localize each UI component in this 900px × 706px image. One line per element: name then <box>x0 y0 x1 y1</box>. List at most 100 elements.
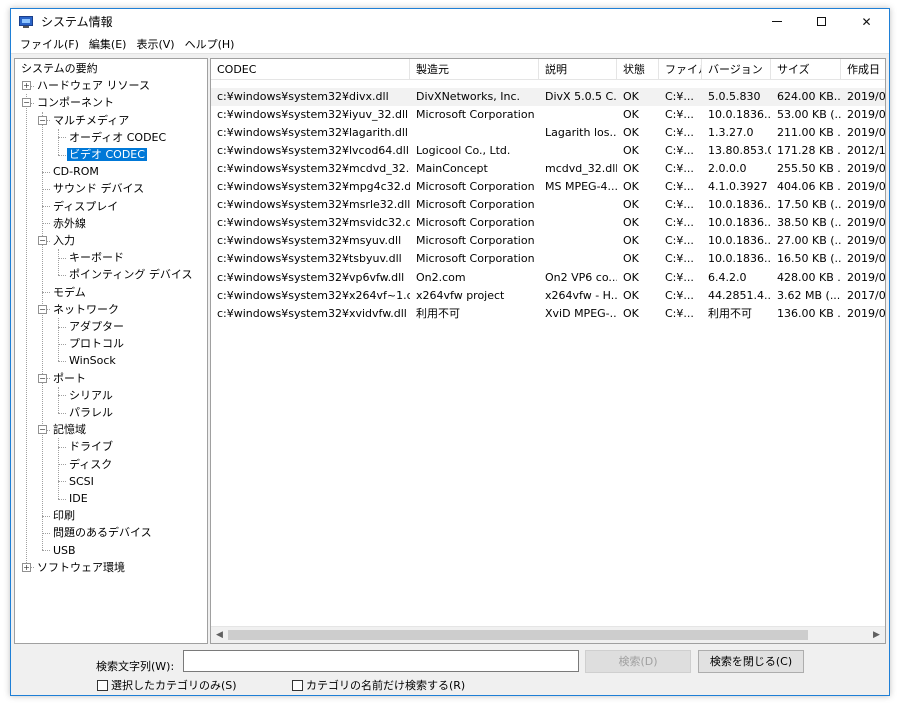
table-cell: x264vfw - H... <box>545 288 617 302</box>
tree-item-label: CD-ROM <box>53 165 99 179</box>
column-header[interactable]: サイズ <box>771 59 841 80</box>
expand-icon[interactable]: + <box>22 81 31 91</box>
tree-item[interactable]: 問題のあるデバイス <box>51 524 154 541</box>
column-header[interactable]: 説明 <box>539 59 617 80</box>
category-names-only-option[interactable]: カテゴリの名前だけ検索する(R) <box>292 677 465 693</box>
table-row[interactable]: c:¥windows¥system32¥msyuv.dll Microsoft C… <box>211 232 885 250</box>
collapse-icon[interactable]: − <box>38 304 47 314</box>
collapse-icon[interactable]: − <box>38 236 47 245</box>
tree-item[interactable]: ディスプレイ <box>51 198 120 215</box>
table-cell: c:¥windows¥system32¥xvidvfw.dll <box>217 306 407 320</box>
table-row[interactable]: c:¥windows¥system32¥msrle32.dll Microsoft… <box>211 196 885 214</box>
minimize-button[interactable] <box>754 9 799 34</box>
menu-view[interactable]: 表示(V) <box>131 36 179 52</box>
scrollbar-thumb[interactable] <box>228 630 808 640</box>
menu-help[interactable]: ヘルプ(H) <box>180 36 240 52</box>
table-row[interactable]: c:¥windows¥system32¥vp6vfw.dll On2.com On2… <box>211 269 885 287</box>
table-row[interactable]: c:¥windows¥system32¥mcdvd_32.dll MainConc… <box>211 160 885 178</box>
close-button[interactable]: ✕ <box>844 9 889 34</box>
tree-item[interactable]: CD-ROM <box>51 163 101 180</box>
expand-icon[interactable]: + <box>22 562 31 572</box>
tree-item[interactable]: ビデオ CODEC <box>66 146 148 163</box>
table-cell: 4.1.0.3927 <box>708 180 768 194</box>
tree-item[interactable]: ポート <box>51 370 88 387</box>
search-input[interactable] <box>183 650 579 672</box>
tree-item[interactable]: ハードウェア リソース <box>35 77 152 94</box>
column-header[interactable]: 製造元 <box>410 59 539 80</box>
tree-connector-line <box>42 223 50 225</box>
category-names-only-checkbox[interactable] <box>292 679 303 691</box>
column-header[interactable]: 状態 <box>617 59 659 80</box>
tree-item[interactable]: モデム <box>51 284 88 301</box>
tree-item[interactable]: ネットワーク <box>51 301 121 318</box>
tree-item[interactable]: キーボード <box>67 249 126 266</box>
tree-item[interactable]: システムの要約 <box>19 60 100 77</box>
tree-item[interactable]: コンポーネント <box>35 94 116 111</box>
table-cell: Microsoft Corporation <box>416 198 535 212</box>
tree-item[interactable]: プロトコル <box>67 335 126 352</box>
tree-item[interactable]: IDE <box>67 490 90 507</box>
close-search-button[interactable]: 検索を閉じる(C) <box>698 650 804 673</box>
column-header[interactable]: ファイル <box>659 59 702 80</box>
table-row[interactable]: c:¥windows¥system32¥iyuv_32.dll Microsoft… <box>211 106 885 124</box>
table-row[interactable]: c:¥windows¥system32¥divx.dll DivXNetworks… <box>211 88 885 106</box>
table-cell <box>539 232 617 250</box>
column-header[interactable]: CODEC <box>211 59 410 80</box>
tree-item[interactable]: 赤外線 <box>51 215 88 232</box>
tree-item[interactable]: シリアル <box>67 387 115 404</box>
column-header[interactable]: バージョン <box>702 59 771 80</box>
table-row[interactable]: c:¥windows¥system32¥tsbyuv.dll Microsoft … <box>211 250 885 268</box>
tree-connector-line <box>58 128 59 155</box>
tree-item[interactable]: USB <box>51 542 78 559</box>
tree-connector-line <box>58 275 66 276</box>
table-cell: On2.com <box>416 270 466 284</box>
tree-item[interactable]: 記憶域 <box>51 421 88 438</box>
tree-item[interactable]: ドライブ <box>67 438 115 455</box>
details-list[interactable]: CODEC製造元説明状態ファイルバージョンサイズ作成日 c:¥windows¥s… <box>210 58 886 644</box>
table-cell: 53.00 KB (... <box>777 108 841 122</box>
tree-item-label: 問題のあるデバイス <box>53 526 152 540</box>
table-cell: c:¥windows¥system32¥msyuv.dll <box>217 234 402 248</box>
table-cell: c:¥windows¥system32¥tsbyuv.dll <box>217 252 402 266</box>
search-button[interactable]: 検索(D) <box>585 650 691 673</box>
tree-item[interactable]: サウンド デバイス <box>51 180 146 197</box>
column-header[interactable]: 作成日 <box>841 59 885 80</box>
tree-connector-line <box>42 533 50 534</box>
collapse-icon[interactable]: − <box>22 98 31 108</box>
selected-category-only-option[interactable]: 選択したカテゴリのみ(S) <box>97 677 237 693</box>
collapse-icon[interactable]: − <box>38 115 47 125</box>
table-row[interactable]: c:¥windows¥system32¥xvidvfw.dll 利用不可 XviD … <box>211 305 885 323</box>
table-row[interactable]: c:¥windows¥system32¥lagarith.dll Lagarith… <box>211 124 885 142</box>
tree-item[interactable]: ポインティング デバイス <box>67 266 195 283</box>
tree-item[interactable]: オーディオ CODEC <box>67 129 168 146</box>
table-row[interactable]: c:¥windows¥system32¥msvidc32.dll Microsof… <box>211 214 885 232</box>
scroll-left-icon[interactable]: ◀ <box>211 627 228 643</box>
scroll-right-icon[interactable]: ▶ <box>868 627 885 643</box>
tree-item[interactable]: ディスク <box>67 456 114 473</box>
tree-item-label: サウンド デバイス <box>53 182 145 196</box>
table-cell: C:¥... <box>665 90 694 103</box>
selected-category-only-checkbox[interactable] <box>97 679 108 691</box>
tree-connector-line <box>58 137 66 139</box>
collapse-icon[interactable]: − <box>38 425 47 435</box>
maximize-button[interactable] <box>799 9 844 34</box>
tree-item[interactable]: 入力 <box>51 232 77 249</box>
table-cell: OK <box>623 162 639 176</box>
menu-file[interactable]: ファイル(F) <box>15 36 84 52</box>
title-bar[interactable]: システム情報 ✕ <box>11 9 889 34</box>
tree-item[interactable]: パラレル <box>67 404 115 421</box>
table-row[interactable]: c:¥windows¥system32¥mpg4c32.dll Microsoft… <box>211 178 885 196</box>
tree-item[interactable]: SCSI <box>67 473 96 490</box>
horizontal-scrollbar[interactable]: ◀ ▶ <box>211 626 885 643</box>
tree-item[interactable]: 印刷 <box>51 507 77 524</box>
table-row[interactable]: c:¥windows¥system32¥x264vf~1.dll x264vfw … <box>211 287 885 305</box>
search-label: 検索文字列(W): <box>96 660 175 673</box>
collapse-icon[interactable]: − <box>38 373 47 383</box>
table-row[interactable]: c:¥windows¥system32¥lvcod64.dll Logicool … <box>211 142 885 160</box>
tree-item[interactable]: ソフトウェア環境 <box>35 559 127 576</box>
tree-item[interactable]: マルチメディア <box>51 112 131 129</box>
menu-edit[interactable]: 編集(E) <box>84 36 132 52</box>
tree-item[interactable]: アダプター <box>67 318 126 335</box>
category-tree[interactable]: システムの要約 ハードウェア リソース + コンポーネント − マルチメディア − オーディオ… <box>14 58 208 644</box>
tree-item[interactable]: WinSock <box>67 352 118 369</box>
